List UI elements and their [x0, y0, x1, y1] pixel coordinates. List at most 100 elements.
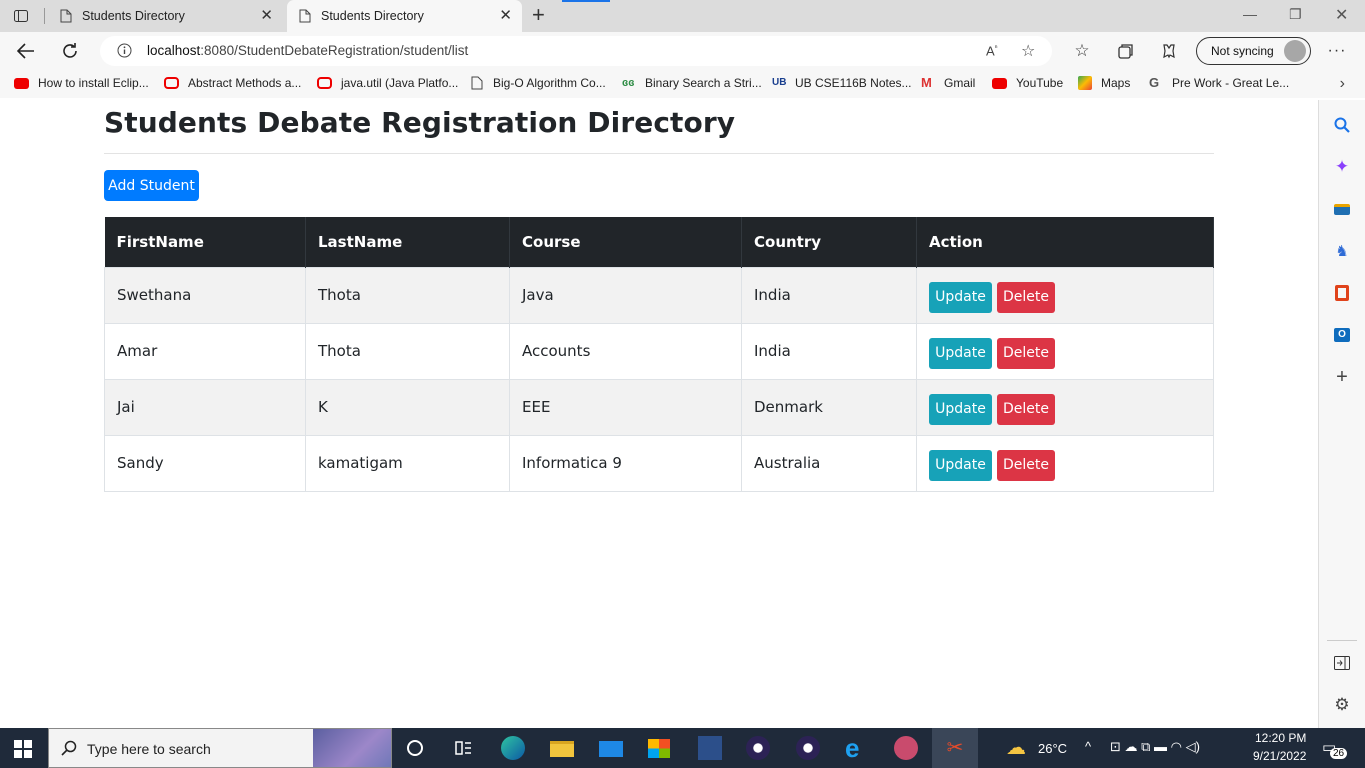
office-icon[interactable] [1333, 284, 1351, 302]
tab-students-directory-2[interactable]: Students Directory ✕ [287, 0, 522, 32]
chevron-right-icon[interactable]: › [1340, 75, 1345, 93]
bookmark-item[interactable]: java.util (Java Platfo... [317, 76, 458, 90]
bookmark-item[interactable]: ɞɞ Binary Search a Stri... [622, 76, 762, 90]
tray-icons[interactable]: ⊡ ☁ ⧉ ▬ ◠ ◁) [1110, 739, 1200, 755]
mail-icon[interactable] [599, 736, 623, 760]
bookmark-label: How to install Eclip... [38, 76, 149, 90]
temperature: 26°C [1038, 741, 1068, 756]
task-view-icon[interactable] [451, 736, 475, 760]
column-header-action: Action [916, 217, 1214, 267]
clock-time[interactable]: 12:20 PM [1255, 731, 1306, 745]
bookmark-item[interactable]: Maps [1078, 76, 1130, 90]
tab-students-directory-1[interactable]: Students Directory ✕ [50, 0, 283, 32]
cell-firstname: Sandy [104, 434, 306, 492]
youtube-icon [14, 77, 29, 89]
cell-course: Accounts [509, 322, 742, 380]
delete-button[interactable]: Delete [997, 449, 1055, 481]
close-icon[interactable]: ✕ [260, 8, 273, 24]
cell-country: Denmark [741, 378, 917, 436]
update-button[interactable]: Update [929, 449, 992, 481]
bookmark-item[interactable]: UB UB CSE116B Notes... [772, 76, 912, 90]
bookmark-label: Big-O Algorithm Co... [493, 76, 606, 90]
add-student-button[interactable]: Add Student [104, 170, 199, 201]
search-icon[interactable] [1333, 116, 1351, 134]
bookmark-label: java.util (Java Platfo... [341, 76, 459, 90]
games-icon[interactable]: ♞ [1333, 242, 1351, 260]
internet-explorer-icon[interactable]: e [845, 735, 869, 761]
address-bar[interactable]: localhost:8080/StudentDebateRegistration… [100, 36, 1052, 66]
tab-strip: Students Directory ✕ Students Directory … [0, 0, 1365, 32]
add-icon[interactable]: + [1333, 366, 1351, 388]
cell-firstname: Jai [104, 378, 306, 436]
settings-gear-icon[interactable]: ⚙ [1333, 695, 1351, 714]
paint-icon[interactable] [894, 736, 918, 760]
bookmark-item[interactable]: How to install Eclip... [14, 76, 149, 90]
extensions-icon[interactable] [1157, 39, 1181, 63]
table-row: Amar Thota Accounts India Update Delete [104, 322, 1214, 380]
add-favorite-icon[interactable]: ☆ [1021, 41, 1035, 61]
favorites-icon[interactable]: ☆ [1070, 39, 1094, 63]
delete-button[interactable]: Delete [997, 337, 1055, 369]
minimize-icon[interactable]: — [1243, 6, 1257, 22]
search-placeholder: Type here to search [87, 741, 211, 757]
more-menu-icon[interactable]: ··· [1325, 39, 1349, 63]
cell-action: Update Delete [916, 322, 1214, 380]
tools-icon[interactable] [1333, 200, 1351, 218]
bookmark-item[interactable]: G Pre Work - Great Le... [1149, 76, 1289, 91]
sparkle-icon[interactable]: ✦ [1333, 157, 1351, 176]
back-icon[interactable] [14, 39, 38, 63]
eclipse-icon[interactable] [746, 736, 770, 760]
navigation-bar: localhost:8080/StudentDebateRegistration… [0, 32, 1365, 70]
close-icon[interactable]: ✕ [499, 8, 512, 24]
taskbar-search[interactable]: Type here to search [48, 728, 392, 768]
tab-actions-icon[interactable] [8, 5, 34, 27]
weather-icon[interactable]: ☁ [1006, 736, 1030, 760]
store-icon[interactable] [648, 736, 672, 760]
column-header-country: Country [741, 217, 917, 267]
bookmark-item[interactable]: Abstract Methods a... [164, 76, 301, 90]
hide-sidebar-icon[interactable] [1333, 654, 1351, 672]
cell-course: Java [509, 266, 742, 324]
clock-date[interactable]: 9/21/2022 [1253, 749, 1306, 763]
column-header-course: Course [509, 217, 742, 267]
delete-button[interactable]: Delete [997, 393, 1055, 425]
page-icon [299, 9, 311, 23]
info-icon[interactable] [117, 43, 132, 63]
collections-icon[interactable] [1114, 39, 1138, 63]
oracle-icon [164, 77, 179, 89]
cell-country: Australia [741, 434, 917, 492]
read-aloud-icon[interactable]: Aⁿ [986, 43, 998, 58]
update-button[interactable]: Update [929, 337, 992, 369]
mysql-workbench-icon[interactable] [698, 736, 722, 760]
bookmark-item[interactable]: YouTube [992, 76, 1063, 90]
window-close-icon[interactable]: ✕ [1335, 5, 1348, 25]
delete-button[interactable]: Delete [997, 281, 1055, 313]
snipping-tool-icon[interactable]: ✂ [943, 736, 967, 760]
outlook-icon[interactable]: O [1333, 326, 1351, 344]
update-button[interactable]: Update [929, 393, 992, 425]
bookmark-item[interactable]: M Gmail [921, 76, 976, 91]
bookmark-label: Gmail [944, 76, 976, 90]
refresh-icon[interactable] [58, 39, 82, 63]
bookmark-item[interactable]: Big-O Algorithm Co... [470, 76, 606, 90]
update-button[interactable]: Update [929, 281, 992, 313]
profile-sync-button[interactable]: Not syncing [1196, 37, 1311, 65]
chevron-up-icon[interactable]: ^ [1085, 739, 1091, 754]
bookmark-label: Binary Search a Stri... [645, 76, 762, 90]
cell-country: India [741, 322, 917, 380]
bookmarks-bar: How to install Eclip... Abstract Methods… [0, 70, 1365, 98]
windows-start-icon[interactable] [14, 740, 32, 763]
cortana-icon[interactable] [403, 736, 427, 760]
geeks-icon: ɞɞ [622, 77, 635, 89]
edge-icon[interactable] [501, 736, 525, 760]
restore-icon[interactable]: ❐ [1289, 6, 1302, 23]
new-tab-icon[interactable]: + [532, 4, 545, 26]
eclipse-ee-icon[interactable] [796, 736, 820, 760]
bookmark-label: UB CSE116B Notes... [795, 76, 912, 90]
cell-action: Update Delete [916, 266, 1214, 324]
cell-lastname: kamatigam [305, 434, 510, 492]
cell-course: EEE [509, 378, 742, 436]
search-highlight-art [313, 729, 391, 767]
bookmark-label: YouTube [1016, 76, 1064, 90]
file-explorer-icon[interactable] [550, 736, 574, 760]
